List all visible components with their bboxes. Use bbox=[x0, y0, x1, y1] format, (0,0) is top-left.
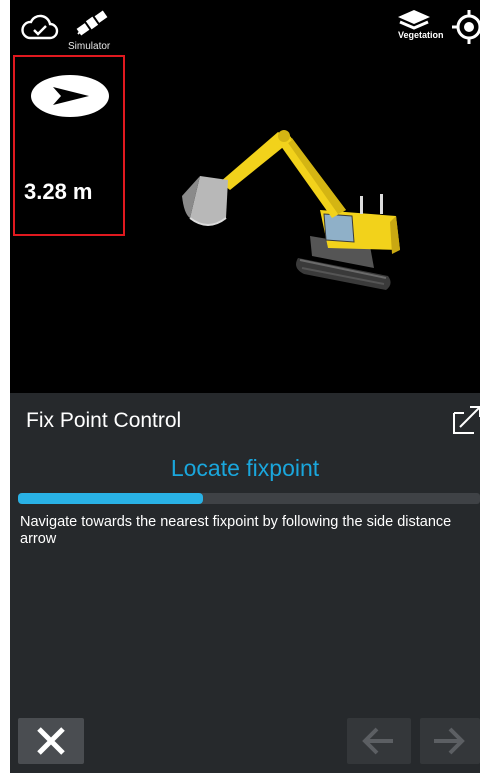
step-title: Locate fixpoint bbox=[170, 455, 320, 481]
excavator-model bbox=[160, 118, 400, 298]
layers-label[interactable]: Vegetation bbox=[398, 30, 444, 40]
arrow-right-icon bbox=[434, 727, 465, 755]
instruction-text: Navigate towards the nearest fixpoint by… bbox=[20, 514, 452, 547]
close-icon bbox=[37, 727, 65, 755]
satellite-icon[interactable] bbox=[74, 8, 110, 38]
next-button[interactable] bbox=[420, 718, 480, 764]
close-button[interactable] bbox=[18, 718, 84, 764]
popout-icon[interactable] bbox=[450, 403, 480, 437]
3d-viewport[interactable]: Simulator Vegetation 3.28 m bbox=[10, 0, 480, 393]
progress-fill bbox=[18, 493, 203, 504]
app-screen: Simulator Vegetation 3.28 m Fix Point Co… bbox=[10, 0, 480, 773]
side-distance-value: 3.28 m bbox=[24, 179, 93, 204]
crosshair-icon[interactable] bbox=[452, 10, 480, 44]
arrow-left-icon bbox=[362, 727, 393, 755]
panel-title: Fix Point Control bbox=[26, 409, 182, 432]
fix-point-control-panel: Fix Point Control Locate fixpoint Naviga… bbox=[10, 393, 480, 773]
previous-button[interactable] bbox=[347, 718, 411, 764]
progress-bar bbox=[18, 493, 480, 504]
satellite-source-label: Simulator bbox=[68, 41, 111, 52]
cloud-check-icon[interactable] bbox=[20, 10, 60, 44]
side-distance-widget: 3.28 m bbox=[13, 55, 125, 236]
direction-arrow-icon bbox=[31, 75, 109, 117]
